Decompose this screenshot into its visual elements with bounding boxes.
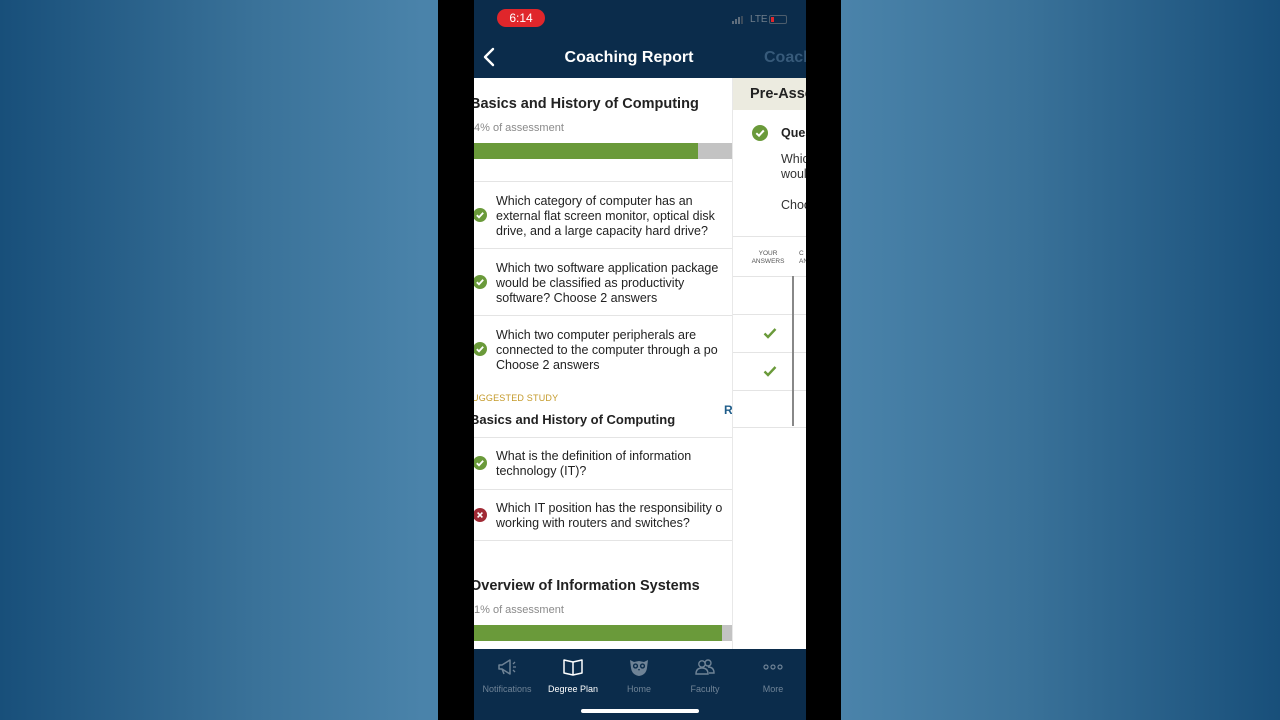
people-icon	[695, 659, 715, 675]
app-screen: 6:14 LTE Coaching Report Coach Basics an…	[474, 0, 806, 720]
coaching-report-list: Basics and History of Computing 4% of as…	[474, 78, 732, 649]
pre-assessment-panel: Pre-Asse Ques Whic woul Choo YOURANSWERS…	[732, 78, 806, 649]
tab-home[interactable]: Home	[606, 657, 672, 694]
pre-assessment-header: Pre-Asse	[733, 78, 806, 110]
section-progress-bar	[474, 625, 732, 641]
check-circle-icon	[474, 208, 487, 222]
page-title: Coaching Report	[564, 49, 694, 66]
section-title: Overview of Information Systems	[474, 578, 700, 594]
suggested-study-label: UGGESTED STUDY	[474, 393, 559, 403]
battery-icon	[769, 15, 787, 24]
more-dots-icon	[763, 664, 783, 670]
checkmark-icon	[763, 328, 777, 339]
progress-fill	[474, 143, 699, 159]
question-row[interactable]: What is the definition of information te…	[474, 437, 732, 489]
checkmark-icon	[763, 366, 777, 377]
tab-more[interactable]: More	[740, 657, 806, 694]
megaphone-icon	[498, 659, 516, 675]
tab-notifications[interactable]: Notifications	[474, 657, 540, 694]
choose-text: Choo	[781, 198, 806, 212]
divider	[733, 236, 806, 237]
status-time: 6:14	[497, 9, 545, 27]
question-text: Which two computer peripherals are conne…	[496, 328, 718, 372]
suggested-study-title: Basics and History of Computing	[474, 412, 676, 427]
check-circle-icon	[752, 125, 768, 141]
question-text: Which category of computer has an extern…	[496, 194, 715, 238]
review-link[interactable]: R	[724, 403, 732, 417]
question-row[interactable]: Which IT position has the responsibility…	[474, 489, 732, 541]
network-label: LTE	[750, 14, 768, 25]
status-bar: 6:14 LTE	[474, 0, 806, 36]
owl-icon	[630, 660, 648, 676]
section-percent: 1% of assessment	[474, 604, 564, 616]
tab-faculty[interactable]: Faculty	[672, 657, 738, 694]
answer-row	[733, 314, 806, 352]
answer-row	[733, 352, 806, 390]
question-text: Which IT position has the responsibility…	[496, 501, 723, 530]
check-circle-icon	[474, 275, 487, 289]
progress-fill	[474, 625, 722, 641]
home-indicator[interactable]	[581, 709, 699, 713]
x-circle-icon	[474, 508, 487, 522]
correct-answers-header: CAN	[799, 250, 806, 265]
question-text-line: Whic	[781, 152, 806, 166]
question-text: What is the definition of information te…	[496, 449, 692, 478]
book-icon	[563, 659, 583, 676]
back-chevron-icon[interactable]	[480, 46, 500, 68]
question-label: Ques	[781, 126, 806, 140]
column-divider	[792, 276, 794, 426]
section-progress-bar	[474, 143, 732, 159]
section-percent: 4% of assessment	[474, 122, 564, 134]
answer-row	[733, 276, 806, 314]
check-circle-icon	[474, 456, 487, 470]
next-page-title: Coach	[764, 49, 806, 66]
question-row[interactable]: Which two software application package w…	[474, 248, 732, 315]
signal-icon	[732, 16, 743, 24]
question-text-line: woul	[781, 167, 806, 181]
nav-bar: Coaching Report Coach	[474, 36, 806, 78]
tab-degree-plan[interactable]: Degree Plan	[540, 657, 606, 694]
section-title: Basics and History of Computing	[474, 96, 699, 112]
your-answers-header: YOUR ANSWERS	[751, 250, 785, 265]
question-text: Which two software application package w…	[496, 261, 719, 305]
question-row[interactable]: Which two computer peripherals are conne…	[474, 315, 732, 382]
check-circle-icon	[474, 342, 487, 356]
question-row[interactable]: Which category of computer has an extern…	[474, 181, 732, 248]
answer-row	[733, 390, 806, 428]
